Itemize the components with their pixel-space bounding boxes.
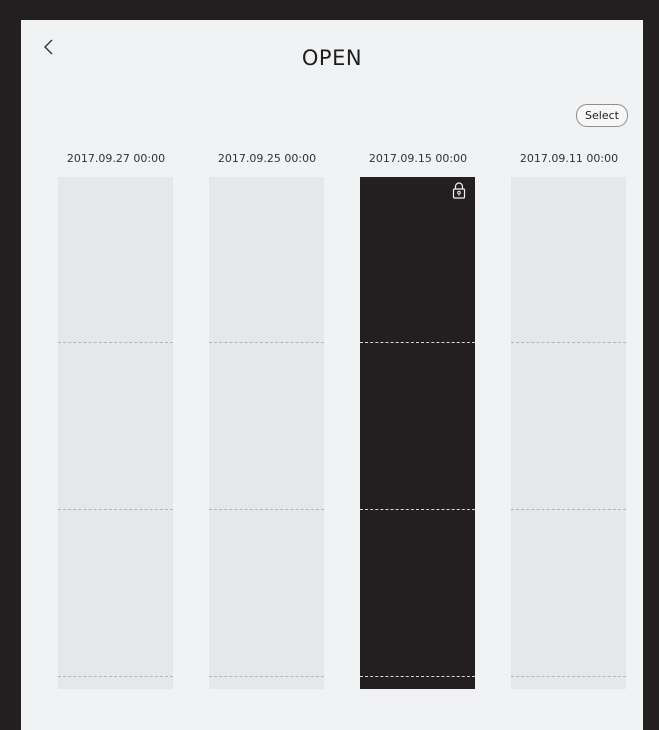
page-divider <box>209 342 324 343</box>
memo-date: 2017.09.15 00:00 <box>368 152 468 165</box>
page-title: OPEN <box>301 46 363 70</box>
memo-thumbnail[interactable] <box>360 177 475 689</box>
memo-date: 2017.09.25 00:00 <box>217 152 317 165</box>
memo-thumbnail[interactable] <box>209 177 324 689</box>
page-divider <box>511 676 626 677</box>
page-divider <box>58 676 173 677</box>
memo-date: 2017.09.11 00:00 <box>519 152 619 165</box>
page-divider <box>58 342 173 343</box>
memo-date: 2017.09.27 00:00 <box>66 152 166 165</box>
lock-icon <box>452 182 466 199</box>
page-divider <box>360 342 475 343</box>
page-divider <box>58 509 173 510</box>
memo-thumbnail[interactable] <box>58 177 173 689</box>
page-divider <box>209 676 324 677</box>
page-divider <box>511 342 626 343</box>
select-button[interactable]: Select <box>576 104 628 127</box>
page-divider <box>209 509 324 510</box>
memo-thumbnail[interactable] <box>511 177 626 689</box>
page-divider <box>360 509 475 510</box>
page-divider <box>511 509 626 510</box>
screen: OPEN Select 2017.09.27 00:00 2017.09.25 … <box>21 20 643 730</box>
page-divider <box>360 676 475 677</box>
